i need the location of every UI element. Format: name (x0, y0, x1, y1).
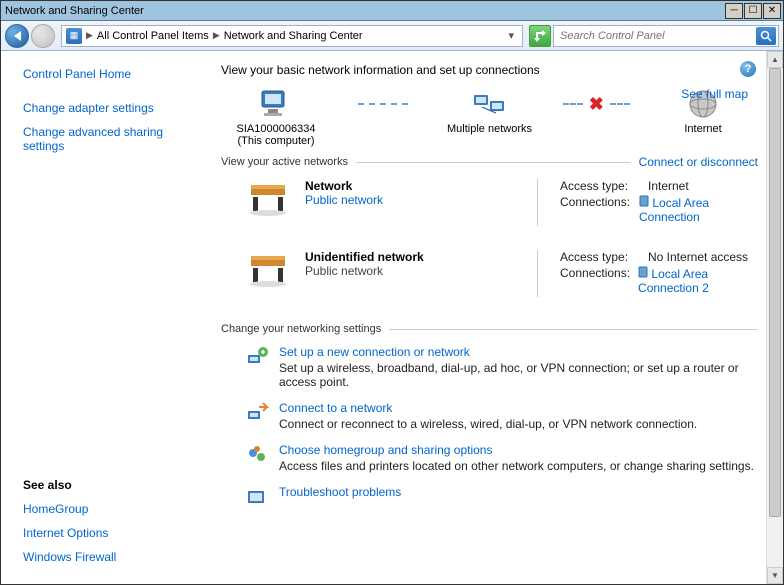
divider (389, 329, 758, 330)
scroll-thumb[interactable] (769, 68, 781, 517)
bench-icon (245, 179, 291, 219)
maximize-button[interactable]: ☐ (744, 3, 762, 19)
main-heading: View your basic network information and … (221, 63, 758, 77)
sidebar: Control Panel Home Change adapter settin… (1, 51, 201, 584)
bench-icon (245, 250, 291, 290)
task-item: Connect to a network Connect or reconnect… (221, 395, 758, 437)
connections-label: Connections: (560, 195, 631, 224)
task-item: Choose homegroup and sharing options Acce… (221, 437, 758, 479)
connection-link[interactable]: Local Area Connection (639, 195, 758, 224)
sidebar-link-firewall[interactable]: Windows Firewall (23, 550, 191, 564)
change-settings-section: Change your networking settings (221, 323, 758, 335)
active-networks-section: View your active networks Connect or dis… (221, 155, 758, 169)
search-icon (760, 30, 772, 42)
sidebar-link-adapter[interactable]: Change adapter settings (23, 101, 191, 115)
divider (537, 250, 538, 297)
see-full-map-link[interactable]: See full map (681, 87, 748, 101)
map-node-label: Internet (684, 123, 721, 135)
scroll-track[interactable] (767, 68, 783, 567)
access-type-value: No Internet access (648, 250, 748, 264)
access-type-label: Access type: (560, 179, 640, 193)
task-link[interactable]: Set up a new connection or network (279, 345, 470, 359)
section-label: Change your networking settings (221, 323, 381, 335)
arrow-right-icon (40, 31, 47, 41)
troubleshoot-icon (245, 485, 269, 509)
control-panel-icon: ▦ (66, 28, 82, 44)
connections-label: Connections: (560, 266, 630, 295)
scroll-down-button[interactable]: ▼ (767, 567, 783, 584)
main-panel: ? View your basic network information an… (201, 51, 766, 584)
task-link[interactable]: Choose homegroup and sharing options (279, 443, 492, 457)
arrow-left-icon (14, 31, 21, 41)
access-type-label: Access type: (560, 250, 640, 264)
homegroup-icon (245, 443, 269, 467)
network-type: Public network (305, 264, 515, 278)
nic-icon (638, 266, 648, 278)
refresh-button[interactable] (529, 25, 551, 47)
task-item: Set up a new connection or network Set up… (221, 339, 758, 395)
breadcrumb-item[interactable]: All Control Panel Items (97, 30, 209, 42)
search-button[interactable] (756, 27, 776, 45)
map-node-networks: Multiple networks (435, 87, 545, 135)
networks-icon (470, 87, 510, 121)
sidebar-link-homegroup[interactable]: HomeGroup (23, 502, 191, 516)
network-map: See full map SIA1000006334 (This compute… (221, 87, 758, 147)
minimize-button[interactable]: ─ (725, 3, 743, 19)
refresh-icon (533, 29, 547, 43)
nav-toolbar: ▦ ▶ All Control Panel Items ▶ Network an… (1, 21, 783, 51)
back-button[interactable] (5, 24, 29, 48)
network-name: Unidentified network (305, 250, 515, 264)
network-type-link[interactable]: Public network (305, 193, 515, 207)
connect-disconnect-link[interactable]: Connect or disconnect (639, 155, 758, 169)
divider (356, 162, 631, 163)
task-desc: Access files and printers located on oth… (279, 459, 754, 473)
forward-button[interactable] (31, 24, 55, 48)
network-item: Unidentified network Public network Acce… (221, 244, 758, 315)
task-desc: Connect or reconnect to a wireless, wire… (279, 417, 697, 431)
search-input[interactable] (556, 30, 756, 42)
task-item: Troubleshoot problems (221, 479, 758, 515)
sidebar-link-internet-options[interactable]: Internet Options (23, 526, 191, 540)
title-bar: Network and Sharing Center ─ ☐ ✕ (1, 1, 783, 21)
map-connector-broken: ✖ (555, 87, 639, 121)
nic-icon (639, 195, 649, 207)
map-node-sublabel: (This computer) (237, 135, 314, 147)
close-button[interactable]: ✕ (763, 3, 781, 19)
window-title: Network and Sharing Center (3, 5, 724, 17)
sidebar-link-home[interactable]: Control Panel Home (23, 67, 191, 81)
setup-connection-icon (245, 345, 269, 369)
network-name: Network (305, 179, 515, 193)
computer-icon (256, 87, 296, 121)
search-box (553, 25, 779, 47)
vertical-scrollbar[interactable]: ▲ ▼ (766, 51, 783, 584)
divider (537, 179, 538, 226)
map-node-label: Multiple networks (447, 123, 532, 135)
breadcrumb[interactable]: ▦ ▶ All Control Panel Items ▶ Network an… (61, 25, 523, 47)
chevron-right-icon: ▶ (213, 30, 220, 41)
broken-x-icon: ✖ (589, 94, 604, 115)
scroll-up-button[interactable]: ▲ (767, 51, 783, 68)
breadcrumb-dropdown[interactable]: ▾ (504, 29, 518, 42)
breadcrumb-item[interactable]: Network and Sharing Center (224, 30, 363, 42)
task-desc: Set up a wireless, broadband, dial-up, a… (279, 361, 758, 389)
see-also-heading: See also (23, 478, 191, 492)
connection-link[interactable]: Local Area Connection 2 (638, 266, 758, 295)
network-item: Network Public network Access type: Inter… (221, 173, 758, 244)
connect-network-icon (245, 401, 269, 425)
content-area: Control Panel Home Change adapter settin… (1, 51, 766, 584)
task-link[interactable]: Troubleshoot problems (279, 485, 401, 499)
access-type-value: Internet (648, 179, 689, 193)
task-link[interactable]: Connect to a network (279, 401, 392, 415)
sidebar-link-advanced[interactable]: Change advanced sharing settings (23, 125, 191, 153)
help-icon[interactable]: ? (740, 61, 756, 77)
map-node-label: SIA1000006334 (237, 123, 316, 135)
map-connector (341, 87, 425, 121)
tasks-list: Set up a new connection or network Set up… (221, 339, 758, 515)
section-label: View your active networks (221, 156, 348, 168)
chevron-right-icon: ▶ (86, 30, 93, 41)
map-node-computer: SIA1000006334 (This computer) (221, 87, 331, 147)
